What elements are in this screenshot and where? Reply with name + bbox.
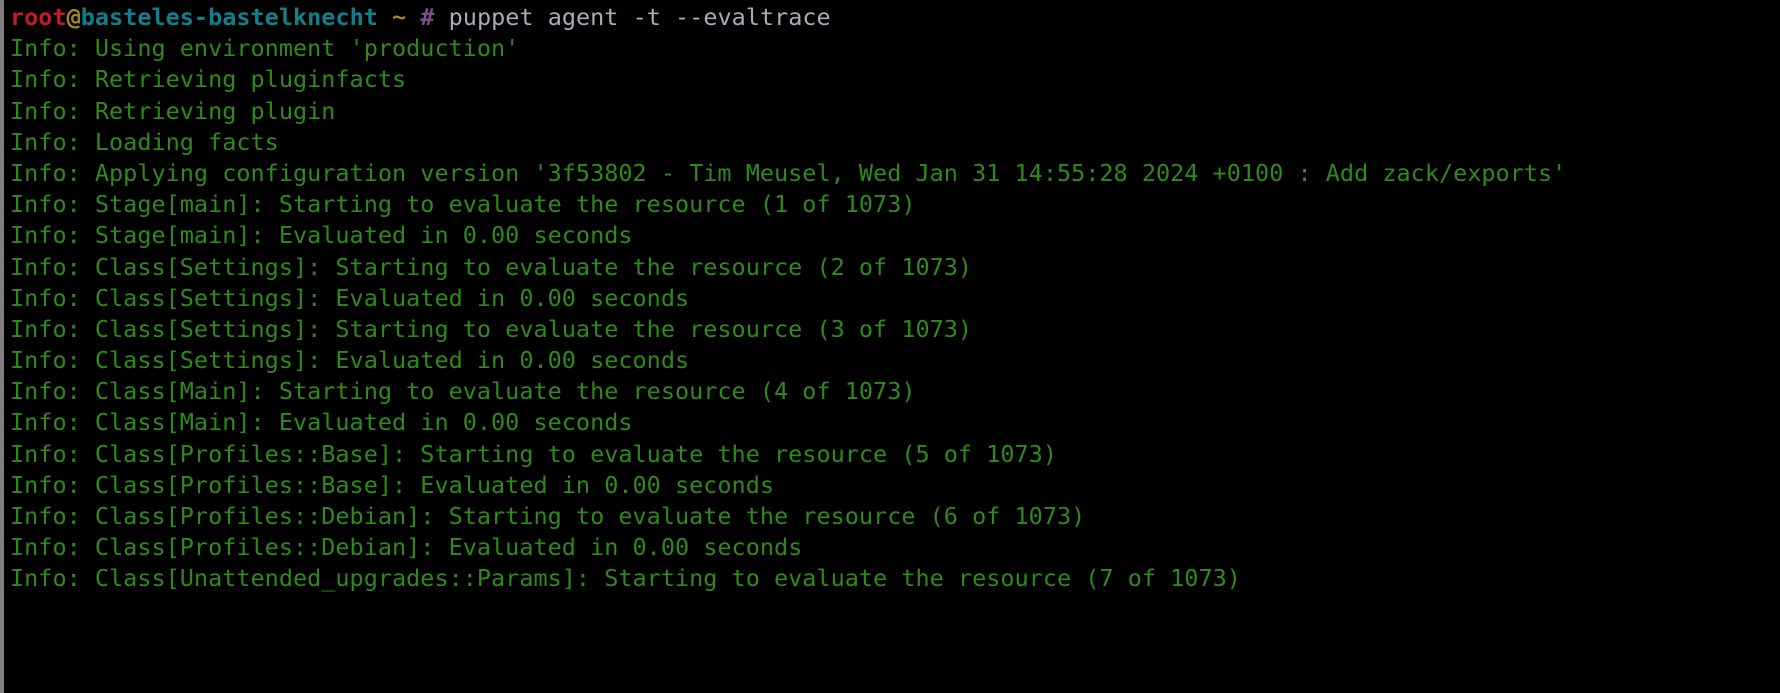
prompt-root-sigil: # [420,3,435,31]
prompt-hostname: basteles-bastelknecht [80,3,378,31]
terminal-output-line: Info: Class[Profiles::Base]: Evaluated i… [10,470,775,499]
terminal-output: Info: Using environment 'production' Info… [10,33,1780,594]
terminal-output-line: Info: Class[Main]: Evaluated in 0.00 sec… [10,408,633,437]
terminal-output-line: Info: Class[Settings]: Evaluated in 0.00… [10,283,690,312]
terminal-output-line: Info: Class[Profiles::Debian]: Starting … [10,502,1086,530]
terminal-output-line: Info: Loading facts [10,127,279,156]
prompt-space-1 [378,3,392,31]
prompt-working-directory: ~ [392,3,407,31]
terminal-output-line: Info: Retrieving plugin [10,96,336,125]
terminal-output-line: Info: Class[Profiles::Base]: Starting to… [10,439,1057,468]
terminal-output-line: Info: Class[Settings]: Starting to evalu… [10,314,973,343]
shell-prompt-line: root@basteles-bastelknecht ~ # puppet ag… [10,2,1780,33]
terminal-output-line: Info: Retrieving pluginfacts [10,65,407,94]
terminal-screen[interactable]: root@basteles-bastelknecht ~ # puppet ag… [4,0,1780,693]
terminal-output-line: Info: Class[Settings]: Evaluated in 0.00… [10,346,690,375]
terminal-output-line: Info: Class[Main]: Starting to evaluate … [10,377,916,406]
prompt-user: root [10,3,67,31]
prompt-command-text[interactable]: puppet agent -t --evaltrace [449,3,831,31]
terminal-output-line: Info: Stage[main]: Starting to evaluate … [10,190,916,219]
terminal-output-line: Info: Class[Settings]: Starting to evalu… [10,252,973,281]
terminal-output-line: Info: Class[Unattended_upgrades::Params]… [10,564,1241,593]
terminal-output-line: Info: Applying configuration version '3f… [10,158,1567,187]
prompt-space-3 [435,3,449,31]
terminal-output-line: Info: Class[Profiles::Debian]: Evaluated… [10,533,803,562]
terminal-output-line: Info: Using environment 'production' [10,34,520,63]
terminal-window[interactable]: root@basteles-bastelknecht ~ # puppet ag… [0,0,1780,693]
prompt-space-2 [406,3,420,31]
prompt-at-symbol: @ [66,3,81,31]
terminal-output-line: Info: Stage[main]: Evaluated in 0.00 sec… [10,221,633,250]
